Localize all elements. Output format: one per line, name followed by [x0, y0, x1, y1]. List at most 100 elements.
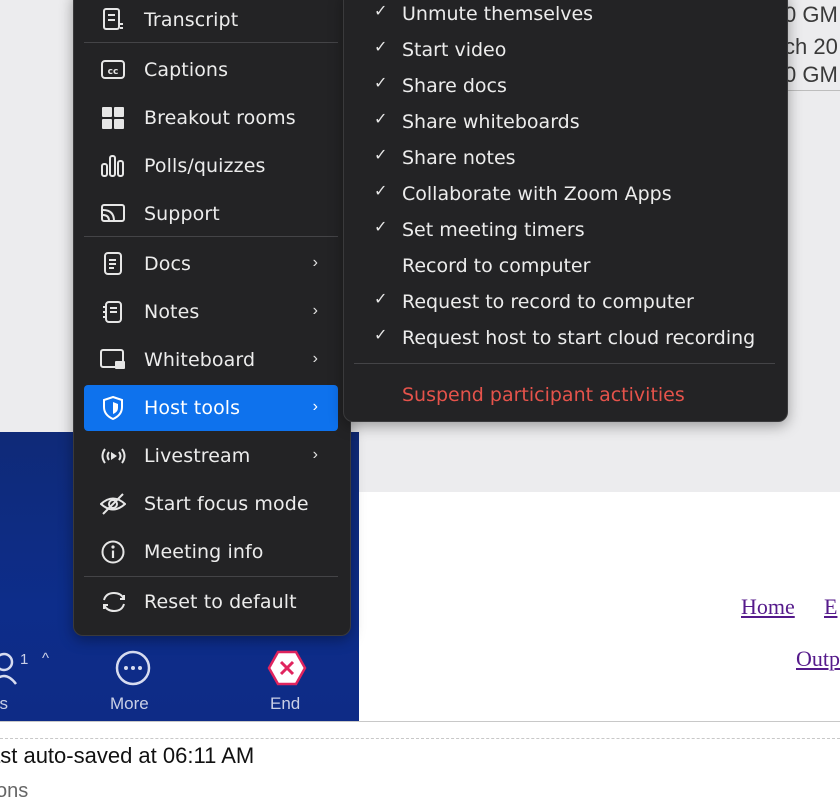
option-share-docs[interactable]: ✓ Share docs [354, 69, 777, 103]
apps-label: ps [0, 694, 8, 713]
option-label: Suspend participant activities [402, 384, 685, 406]
check-icon: ✓ [374, 219, 388, 236]
status-subtext: ons [0, 780, 29, 802]
menu-item-livestream[interactable]: Livestream › [84, 433, 338, 479]
menu-item-label: Breakout rooms [144, 107, 296, 129]
check-icon: ✓ [374, 327, 388, 344]
notes-icon [100, 300, 126, 324]
menu-item-whiteboard[interactable]: Whiteboard › [84, 337, 338, 383]
menu-item-label: Meeting info [144, 541, 264, 563]
chevron-right-icon: › [312, 350, 318, 367]
option-label: Record to computer [402, 255, 591, 277]
chevron-up-icon[interactable]: ^ [42, 650, 49, 667]
menu-item-docs[interactable]: Docs › [84, 241, 338, 287]
menu-item-reset-to-default[interactable]: Reset to default [84, 579, 338, 625]
check-icon: ✓ [374, 183, 388, 200]
option-label: Share notes [402, 147, 516, 169]
menu-item-transcript[interactable]: Transcript [84, 0, 338, 43]
divider [0, 738, 840, 739]
option-set-meeting-timers[interactable]: ✓ Set meeting timers [354, 213, 777, 247]
autosave-status: ast auto-saved at 06:11 AM [0, 743, 255, 768]
end-label: End [270, 694, 301, 713]
menu-separator [84, 42, 338, 43]
docs-icon [100, 252, 126, 276]
menu-item-host-tools[interactable]: Host tools › [84, 385, 338, 431]
svg-text:cc: cc [108, 67, 119, 77]
menu-item-label: Support [144, 203, 220, 225]
menu-item-focus-mode[interactable]: Start focus mode [84, 481, 338, 527]
menu-separator [84, 576, 338, 577]
divider [0, 721, 840, 722]
menu-item-polls-quizzes[interactable]: Polls/quizzes [84, 143, 338, 189]
home-link[interactable]: Home [741, 594, 795, 620]
info-icon [100, 540, 126, 564]
doc-text-line: ch 20 [784, 34, 838, 59]
submenu-separator [354, 363, 775, 364]
option-label: Share docs [402, 75, 507, 97]
option-label: Start video [402, 39, 507, 61]
whiteboard-icon [100, 348, 126, 372]
nav-link-e[interactable]: E [824, 594, 837, 620]
option-start-video[interactable]: ✓ Start video [354, 33, 777, 67]
doc-text-line: 0 GM [784, 62, 838, 87]
apps-button[interactable]: 1 ^ ps [0, 648, 50, 713]
suspend-participant-activities-button[interactable]: Suspend participant activities [354, 378, 777, 412]
option-share-whiteboards[interactable]: ✓ Share whiteboards [354, 105, 777, 139]
check-icon: ✓ [374, 291, 388, 308]
chevron-right-icon: › [312, 398, 318, 415]
check-icon: ✓ [374, 111, 388, 128]
option-unmute-themselves[interactable]: ✓ Unmute themselves [354, 0, 777, 31]
option-collaborate-zoom-apps[interactable]: ✓ Collaborate with Zoom Apps [354, 177, 777, 211]
menu-item-meeting-info[interactable]: Meeting info [84, 529, 338, 575]
option-record-to-computer[interactable]: Record to computer [354, 249, 777, 283]
menu-item-label: Notes [144, 301, 200, 323]
output-link[interactable]: Outp [796, 646, 840, 672]
option-request-cloud-recording[interactable]: ✓ Request host to start cloud recording [354, 321, 777, 355]
menu-separator [84, 236, 338, 237]
option-label: Unmute themselves [402, 3, 594, 25]
menu-item-label: Docs [144, 253, 192, 275]
check-icon: ✓ [374, 3, 388, 20]
menu-item-label: Livestream [144, 445, 251, 467]
host-tools-submenu: ✓ Unmute themselves ✓ Start video ✓ Shar… [343, 0, 788, 422]
menu-item-label: Start focus mode [144, 493, 309, 515]
chevron-right-icon: › [312, 446, 318, 463]
check-icon: ✓ [374, 39, 388, 56]
livestream-icon [100, 444, 126, 468]
breakout-rooms-icon [100, 106, 126, 130]
more-icon [115, 650, 151, 686]
menu-item-notes[interactable]: Notes › [84, 289, 338, 335]
end-button[interactable]: End [257, 648, 317, 718]
menu-item-label: Transcript [144, 9, 239, 31]
menu-item-label: Captions [144, 59, 229, 81]
reset-icon [100, 590, 126, 614]
menu-item-label: Reset to default [144, 591, 297, 613]
doc-text-line: 0 GM [784, 2, 838, 27]
option-label: Request host to start cloud recording [402, 327, 756, 349]
more-menu: Transcript cc Captions Breakout rooms Po… [73, 0, 351, 636]
option-label: Request to record to computer [402, 291, 694, 313]
option-label: Collaborate with Zoom Apps [402, 183, 672, 205]
more-label: More [110, 694, 149, 713]
menu-item-label: Whiteboard [144, 349, 256, 371]
chevron-right-icon: › [312, 254, 318, 271]
polls-icon [100, 154, 126, 178]
check-icon: ✓ [374, 75, 388, 92]
support-icon [100, 202, 126, 226]
menu-item-support[interactable]: Support [84, 191, 338, 237]
menu-item-breakout-rooms[interactable]: Breakout rooms [84, 95, 338, 141]
focus-mode-icon [100, 492, 126, 516]
doc-divider [784, 90, 840, 91]
more-button[interactable]: More [103, 648, 163, 718]
option-request-record-to-computer[interactable]: ✓ Request to record to computer [354, 285, 777, 319]
chevron-right-icon: › [312, 302, 318, 319]
option-share-notes[interactable]: ✓ Share notes [354, 141, 777, 175]
captions-icon: cc [100, 58, 126, 82]
option-label: Set meeting timers [402, 219, 585, 241]
menu-item-label: Polls/quizzes [144, 155, 266, 177]
end-meeting-icon [267, 650, 307, 686]
menu-item-label: Host tools [144, 397, 241, 419]
participant-count: 1 [20, 651, 29, 668]
menu-item-captions[interactable]: cc Captions [84, 47, 338, 93]
transcript-icon [100, 8, 126, 32]
